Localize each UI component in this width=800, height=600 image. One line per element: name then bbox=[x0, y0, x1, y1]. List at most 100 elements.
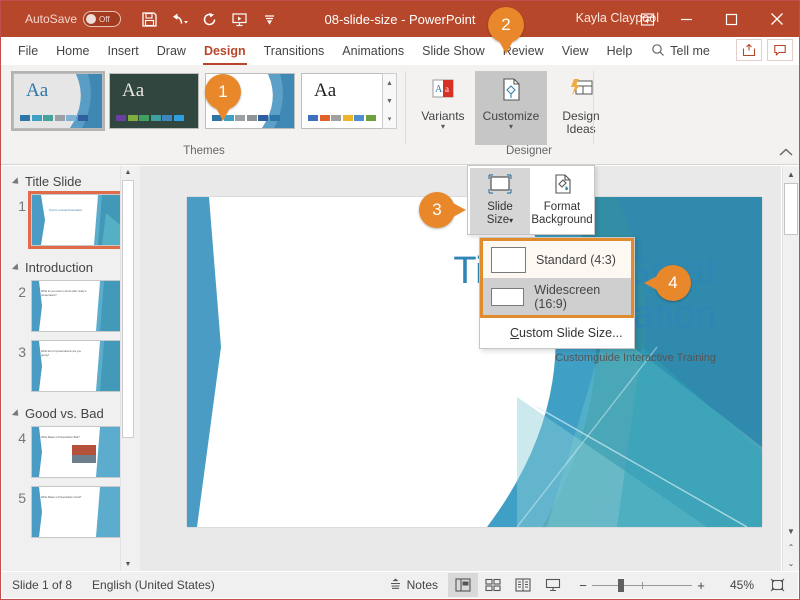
slide-counter[interactable]: Slide 1 of 8 bbox=[2, 578, 82, 592]
collapse-triangle-icon[interactable] bbox=[11, 408, 22, 419]
slide-thumbnail-1[interactable]: Tips for a Great Presentation bbox=[28, 191, 124, 249]
customize-qat-icon[interactable] bbox=[255, 6, 283, 32]
menu-item-label: Standard (4:3) bbox=[536, 252, 616, 267]
menu-item-standard[interactable]: Standard (4:3) bbox=[483, 241, 631, 278]
maximize-button[interactable] bbox=[709, 1, 754, 37]
variants-caret-icon[interactable]: ▾ bbox=[441, 123, 445, 131]
variants-button[interactable]: Aa Variants ▾ bbox=[413, 71, 473, 145]
language-indicator[interactable]: English (United States) bbox=[82, 578, 225, 592]
slide-thumbnail-3[interactable]: What kind of presentations are you givin… bbox=[31, 340, 121, 392]
tab-help[interactable]: Help bbox=[598, 40, 642, 62]
powerpoint-window: AutoSave Off 08-slide-size - PowerPoint … bbox=[0, 0, 800, 600]
autosave-label: AutoSave bbox=[25, 12, 78, 26]
search-icon bbox=[651, 43, 665, 60]
slide-size-label: Slide Size▾ bbox=[486, 201, 514, 226]
close-button[interactable] bbox=[754, 1, 799, 37]
fit-to-window-icon[interactable] bbox=[762, 573, 792, 597]
collapse-triangle-icon[interactable] bbox=[11, 176, 22, 187]
design-ideas-button[interactable]: Design Ideas bbox=[551, 71, 611, 145]
zoom-level-label[interactable]: 45% bbox=[716, 578, 754, 592]
zoom-in-button[interactable]: + bbox=[692, 578, 710, 593]
slide-size-button[interactable]: Slide Size▾ bbox=[470, 168, 530, 234]
customize-caret-icon[interactable]: ▾ bbox=[509, 123, 513, 131]
theme-thumbnail-4[interactable]: Aa bbox=[301, 73, 391, 129]
svg-text:a: a bbox=[445, 84, 449, 94]
custom-slide-size-accel: C bbox=[510, 326, 520, 340]
sidebar-scroll-up-icon[interactable]: ▲ bbox=[122, 166, 134, 179]
canvas-scroll-down-icon[interactable]: ▼ bbox=[783, 523, 799, 539]
ribbon-display-options-icon[interactable] bbox=[630, 1, 664, 37]
theme-thumbnail-2[interactable]: Aa bbox=[109, 73, 199, 129]
slide-size-caret-icon[interactable]: ▾ bbox=[509, 216, 513, 225]
theme-swatches bbox=[116, 115, 184, 121]
canvas-scroll-thumb[interactable] bbox=[784, 183, 798, 235]
menu-item-widescreen[interactable]: Widescreen (16:9) bbox=[483, 278, 631, 315]
zoom-slider[interactable] bbox=[592, 578, 692, 592]
previous-slide-icon[interactable]: ⌃ bbox=[783, 539, 799, 555]
canvas-scroll-up-icon[interactable]: ▲ bbox=[783, 166, 799, 182]
tab-draw[interactable]: Draw bbox=[148, 40, 195, 62]
slide-editing-area: Tips for a Great Presentation Customguid… bbox=[140, 166, 781, 571]
reading-view-icon[interactable] bbox=[508, 573, 538, 597]
tab-file[interactable]: File bbox=[9, 40, 47, 62]
collapse-triangle-icon[interactable] bbox=[11, 262, 22, 273]
designer-group: Aa Variants ▾ Customize ▾ Design Ideas D… bbox=[409, 67, 600, 159]
comments-icon[interactable] bbox=[767, 39, 793, 61]
tell-me-search[interactable]: Tell me bbox=[651, 43, 710, 60]
callout-tail-icon bbox=[216, 108, 230, 121]
sidebar-scrollbar[interactable]: ▲ ▼ bbox=[120, 166, 134, 571]
callout-1: 1 bbox=[205, 74, 241, 121]
zoom-slider-thumb[interactable] bbox=[618, 578, 624, 592]
tab-transitions[interactable]: Transitions bbox=[255, 40, 334, 62]
format-background-button[interactable]: Format Background bbox=[530, 168, 594, 234]
slide-subtitle-placeholder[interactable]: Customguide Interactive Training bbox=[296, 352, 716, 364]
slide-size-icon bbox=[487, 173, 513, 198]
redo-icon[interactable] bbox=[195, 6, 223, 32]
slide-thumbnail-5[interactable]: What Makes a Presentation Good? bbox=[31, 486, 121, 538]
slide-number: 3 bbox=[18, 344, 26, 360]
customize-dropdown-panel: Slide Size▾ Format Background bbox=[467, 165, 595, 235]
start-presentation-icon[interactable] bbox=[225, 6, 253, 32]
standard-ratio-icon bbox=[491, 246, 526, 273]
callout-2: 2 bbox=[488, 7, 524, 54]
notes-button[interactable]: Notes bbox=[379, 577, 448, 593]
tab-bar-right-actions bbox=[736, 39, 793, 61]
slide-thumbnail-2[interactable]: What do you want to know after today's p… bbox=[31, 280, 121, 332]
normal-view-icon[interactable] bbox=[448, 573, 478, 597]
slide-sorter-view-icon[interactable] bbox=[478, 573, 508, 597]
customize-button[interactable]: Customize ▾ bbox=[475, 71, 547, 145]
minimize-button[interactable] bbox=[664, 1, 709, 37]
undo-icon[interactable] bbox=[165, 6, 193, 32]
slide-thumbnail-4[interactable]: What Makes a Presentation Bad? bbox=[31, 426, 121, 478]
autosave-toggle[interactable]: Off bbox=[83, 11, 122, 27]
collapse-ribbon-icon[interactable] bbox=[779, 148, 793, 160]
zoom-control: − + bbox=[574, 578, 710, 593]
share-icon[interactable] bbox=[736, 39, 762, 61]
tab-insert[interactable]: Insert bbox=[99, 40, 148, 62]
zoom-out-button[interactable]: − bbox=[574, 578, 592, 593]
themes-scroll-down-icon[interactable]: ▼ bbox=[383, 92, 396, 110]
sidebar-scroll-thumb[interactable] bbox=[122, 180, 134, 438]
theme-swatches bbox=[308, 115, 376, 121]
slide-size-menu: Standard (4:3) Widescreen (16:9) Custom … bbox=[479, 237, 635, 349]
tab-slide-show[interactable]: Slide Show bbox=[413, 40, 494, 62]
tab-home[interactable]: Home bbox=[47, 40, 98, 62]
slide-show-view-icon[interactable] bbox=[538, 573, 568, 597]
save-icon[interactable] bbox=[135, 6, 163, 32]
next-slide-icon[interactable]: ⌄ bbox=[783, 555, 799, 571]
callout-number: 2 bbox=[501, 15, 511, 34]
tab-animations[interactable]: Animations bbox=[333, 40, 413, 62]
autosave-control[interactable]: AutoSave Off bbox=[25, 11, 122, 27]
themes-scroll-up-icon[interactable]: ▲ bbox=[383, 74, 396, 92]
themes-more-icon[interactable]: ▾ bbox=[383, 110, 396, 128]
callout-number: 1 bbox=[218, 82, 228, 101]
slide-number: 4 bbox=[18, 430, 26, 446]
tab-design[interactable]: Design bbox=[195, 40, 255, 65]
themes-scroll-buttons[interactable]: ▲ ▼ ▾ bbox=[382, 73, 397, 129]
canvas-scrollbar[interactable]: ▲ ▼ ⌃ ⌄ bbox=[782, 166, 799, 571]
tab-view[interactable]: View bbox=[553, 40, 598, 62]
current-slide[interactable]: Tips for a Great Presentation Customguid… bbox=[187, 197, 762, 527]
theme-thumbnail-1[interactable]: Aa bbox=[11, 71, 105, 131]
menu-item-custom-slide-size[interactable]: Custom Slide Size... bbox=[480, 318, 634, 348]
sidebar-scroll-down-icon[interactable]: ▼ bbox=[122, 558, 134, 571]
